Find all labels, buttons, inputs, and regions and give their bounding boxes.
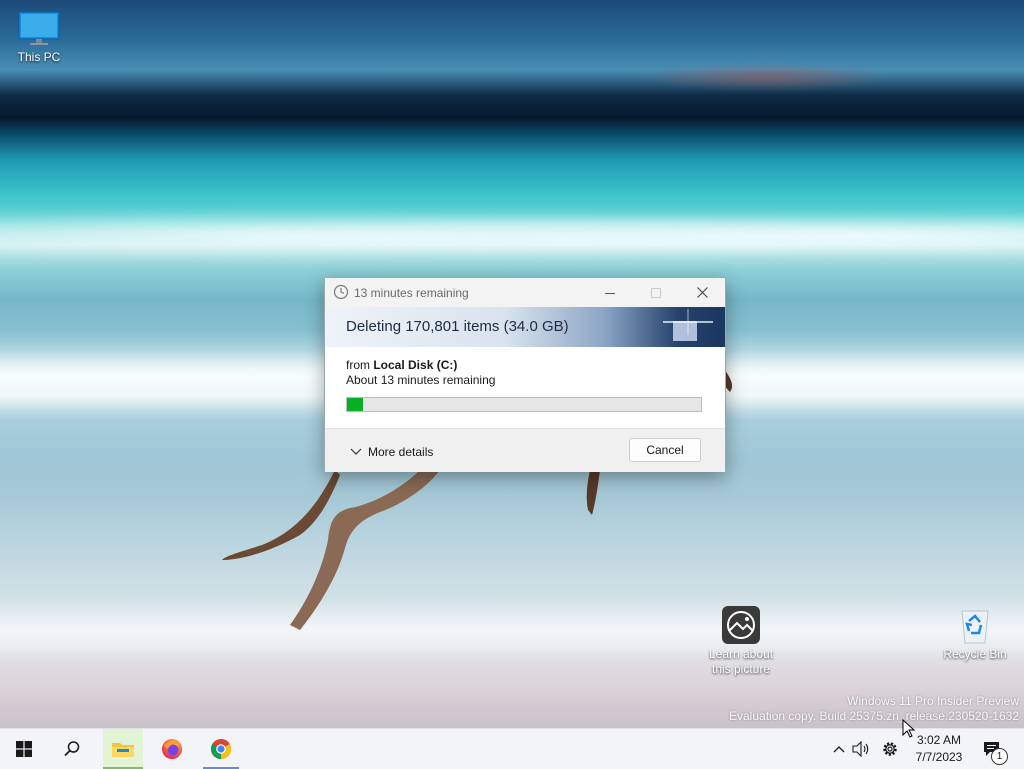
watermark-edition: Windows 11 Pro Insider Preview — [847, 694, 1019, 708]
dialog-titlebar[interactable]: 13 minutes remaining — [325, 278, 725, 307]
delete-animation-icon — [663, 309, 713, 341]
taskbar: 3:02 AM 7/7/2023 1 — [0, 728, 1024, 769]
start-button[interactable] — [4, 729, 44, 769]
start-icon — [16, 741, 32, 757]
source-line: from Local Disk (C:) — [346, 358, 725, 372]
minimize-button[interactable] — [587, 278, 633, 307]
close-icon — [696, 287, 708, 298]
taskbar-clock[interactable]: 3:02 AM 7/7/2023 — [912, 732, 966, 766]
more-details-toggle[interactable]: More details — [349, 445, 433, 459]
notification-center-button[interactable]: 1 — [974, 729, 1010, 769]
clock-icon — [333, 284, 349, 300]
operation-heading: Deleting 170,801 items (34.0 GB) — [346, 318, 569, 335]
desktop-icon-label: This PC — [17, 50, 61, 64]
clock-date: 7/7/2023 — [915, 750, 963, 764]
search-icon — [64, 741, 80, 757]
minimize-icon — [605, 292, 615, 294]
desktop-icon-label: Learn about this picture — [708, 647, 774, 676]
taskbar-file-explorer[interactable] — [103, 729, 143, 769]
cancel-button[interactable]: Cancel — [629, 438, 701, 462]
close-button[interactable] — [679, 278, 725, 307]
progress-bar-fill — [347, 398, 363, 411]
operation-banner: Deleting 170,801 items (34.0 GB) — [325, 307, 725, 347]
monitor-icon — [18, 11, 60, 45]
search-button[interactable] — [52, 729, 92, 769]
taskbar-chrome[interactable] — [201, 729, 241, 769]
more-details-label: More details — [368, 445, 434, 459]
dialog-content: from Local Disk (C:) About 13 minutes re… — [325, 347, 725, 428]
recycle-bin-icon — [961, 610, 989, 644]
clock-time: 3:02 AM — [916, 733, 962, 747]
desktop-icon-learn-about-picture[interactable]: Learn about this picture — [701, 605, 781, 677]
desktop-icon-recycle-bin[interactable]: Recycle Bin — [935, 605, 1015, 662]
desktop-icon-this-pc[interactable]: This PC — [0, 10, 79, 65]
gear-icon — [883, 742, 897, 756]
watermark-build: Evaluation copy. Build 25375.zn_release.… — [729, 709, 1019, 723]
mouse-cursor-icon — [902, 719, 916, 738]
firefox-icon — [162, 739, 182, 759]
delete-progress-dialog: 13 minutes remaining Deleting 170,801 it… — [324, 277, 726, 472]
taskbar-firefox[interactable] — [152, 729, 192, 769]
chevron-down-icon — [350, 448, 362, 455]
speaker-icon — [852, 741, 869, 757]
time-remaining-text: About 13 minutes remaining — [346, 373, 496, 387]
chrome-icon — [211, 739, 231, 759]
windows-watermark: Windows 11 Pro Insider Preview Evaluatio… — [729, 694, 1019, 724]
notification-count-badge: 1 — [991, 748, 1008, 765]
source-location: Local Disk (C:) — [373, 358, 458, 372]
dialog-footer: More details Cancel — [325, 428, 725, 472]
file-explorer-icon — [112, 743, 134, 757]
maximize-icon — [651, 287, 661, 298]
dialog-title: 13 minutes remaining — [354, 286, 469, 300]
from-prefix: from — [346, 358, 370, 372]
desktop-icon-label: Recycle Bin — [943, 647, 1007, 661]
maximize-button — [633, 278, 679, 307]
progress-bar — [346, 397, 702, 412]
picture-info-icon — [722, 606, 760, 644]
